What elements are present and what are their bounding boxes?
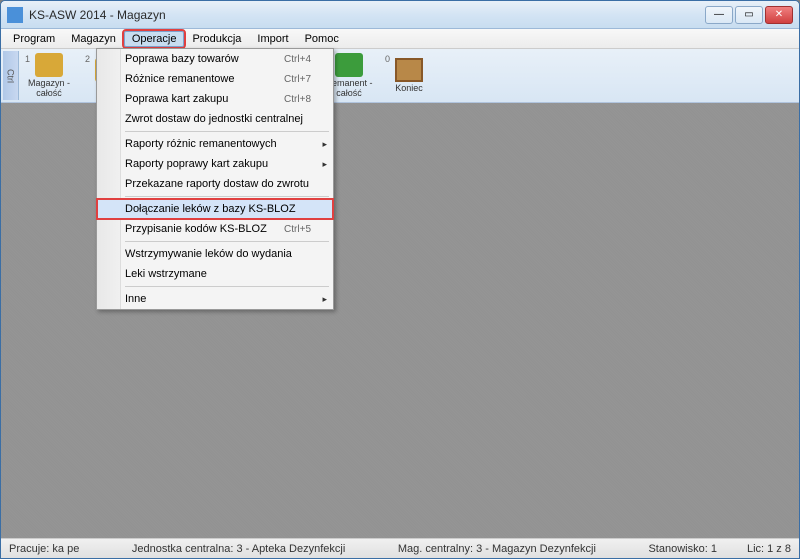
- toolbar-button-0[interactable]: 0 Koniec: [380, 51, 438, 100]
- toolbar-label: Magazyn - całość: [21, 79, 77, 99]
- dropdown-item[interactable]: Wstrzymywanie leków do wydania: [97, 244, 333, 264]
- toolbar-num: 0: [385, 54, 390, 64]
- dropdown-label: Przekazane raporty dostaw do zwrotu: [125, 178, 311, 190]
- status-station: Stanowisko: 1: [648, 543, 716, 555]
- box-icon: [35, 53, 63, 77]
- operacje-dropdown: Poprawa bazy towarówCtrl+4Różnice remane…: [96, 48, 334, 310]
- dropdown-item[interactable]: Raporty różnic remanentowych ▸: [97, 134, 333, 154]
- dropdown-label: Przypisanie kodów KS-BLOZ: [125, 223, 284, 235]
- ctrl-indicator: Ctrl: [3, 51, 19, 100]
- window-buttons: — ▭ ✕: [705, 6, 793, 24]
- dropdown-label: Inne: [125, 293, 311, 305]
- status-mag-central: Mag. centralny: 3 - Magazyn Dezynfekcji: [398, 543, 596, 555]
- dropdown-shortcut: Ctrl+7: [284, 74, 311, 85]
- close-button[interactable]: ✕: [765, 6, 793, 24]
- window-title: KS-ASW 2014 - Magazyn: [29, 8, 705, 22]
- dropdown-label: Zwrot dostaw do jednostki centralnej: [125, 113, 311, 125]
- titlebar: KS-ASW 2014 - Magazyn — ▭ ✕: [1, 1, 799, 29]
- dropdown-label: Raporty różnic remanentowych: [125, 138, 311, 150]
- green-icon: [335, 53, 363, 77]
- toolbar-num: 1: [25, 54, 30, 64]
- dropdown-separator: [125, 241, 329, 242]
- dropdown-item[interactable]: Poprawa kart zakupuCtrl+8: [97, 89, 333, 109]
- chevron-right-icon: ▸: [322, 159, 327, 170]
- dropdown-item[interactable]: Inne ▸: [97, 289, 333, 309]
- toolbar-num: 2: [85, 54, 90, 64]
- minimize-button[interactable]: —: [705, 6, 733, 24]
- dropdown-shortcut: Ctrl+4: [284, 54, 311, 65]
- dropdown-label: Wstrzymywanie leków do wydania: [125, 248, 311, 260]
- dropdown-label: Różnice remanentowe: [125, 73, 284, 85]
- menu-program[interactable]: Program: [5, 31, 63, 47]
- dropdown-shortcut: Ctrl+8: [284, 94, 311, 105]
- chevron-right-icon: ▸: [322, 294, 327, 305]
- menu-magazyn[interactable]: Magazyn: [63, 31, 124, 47]
- dropdown-item[interactable]: Poprawa bazy towarówCtrl+4: [97, 49, 333, 69]
- dropdown-label: Raporty poprawy kart zakupu: [125, 158, 311, 170]
- dropdown-label: Poprawa bazy towarów: [125, 53, 284, 65]
- menubar: ProgramMagazynOperacjeProdukcjaImportPom…: [1, 29, 799, 49]
- dropdown-item[interactable]: Dołączanie leków z bazy KS-BLOZ: [97, 199, 333, 219]
- door-icon: [395, 58, 423, 82]
- dropdown-item[interactable]: Leki wstrzymane: [97, 264, 333, 284]
- maximize-button[interactable]: ▭: [735, 6, 763, 24]
- statusbar: Pracuje: ka pe Jednostka centralna: 3 - …: [1, 538, 799, 558]
- dropdown-label: Leki wstrzymane: [125, 268, 311, 280]
- toolbar-label: Koniec: [395, 84, 423, 94]
- status-central-unit: Jednostka centralna: 3 - Apteka Dezynfek…: [132, 543, 345, 555]
- menu-produkcja[interactable]: Produkcja: [184, 31, 249, 47]
- dropdown-item[interactable]: Zwrot dostaw do jednostki centralnej: [97, 109, 333, 129]
- dropdown-item[interactable]: Przekazane raporty dostaw do zwrotu: [97, 174, 333, 194]
- dropdown-label: Dołączanie leków z bazy KS-BLOZ: [125, 203, 311, 215]
- menu-import[interactable]: Import: [249, 31, 296, 47]
- dropdown-separator: [125, 196, 329, 197]
- menu-pomoc[interactable]: Pomoc: [297, 31, 347, 47]
- dropdown-item[interactable]: Różnice remanentoweCtrl+7: [97, 69, 333, 89]
- chevron-right-icon: ▸: [322, 139, 327, 150]
- dropdown-item[interactable]: Przypisanie kodów KS-BLOZCtrl+5: [97, 219, 333, 239]
- dropdown-item[interactable]: Raporty poprawy kart zakupu ▸: [97, 154, 333, 174]
- status-user: Pracuje: ka pe: [9, 543, 79, 555]
- menu-operacje[interactable]: Operacje: [124, 31, 185, 47]
- dropdown-separator: [125, 286, 329, 287]
- dropdown-shortcut: Ctrl+5: [284, 224, 311, 235]
- dropdown-label: Poprawa kart zakupu: [125, 93, 284, 105]
- status-lic: Lic: 1 z 8: [747, 543, 791, 555]
- dropdown-separator: [125, 131, 329, 132]
- app-icon: [7, 7, 23, 23]
- toolbar-button-1[interactable]: 1 Magazyn - całość: [20, 51, 78, 100]
- dropdown-items: Poprawa bazy towarówCtrl+4Różnice remane…: [97, 49, 333, 309]
